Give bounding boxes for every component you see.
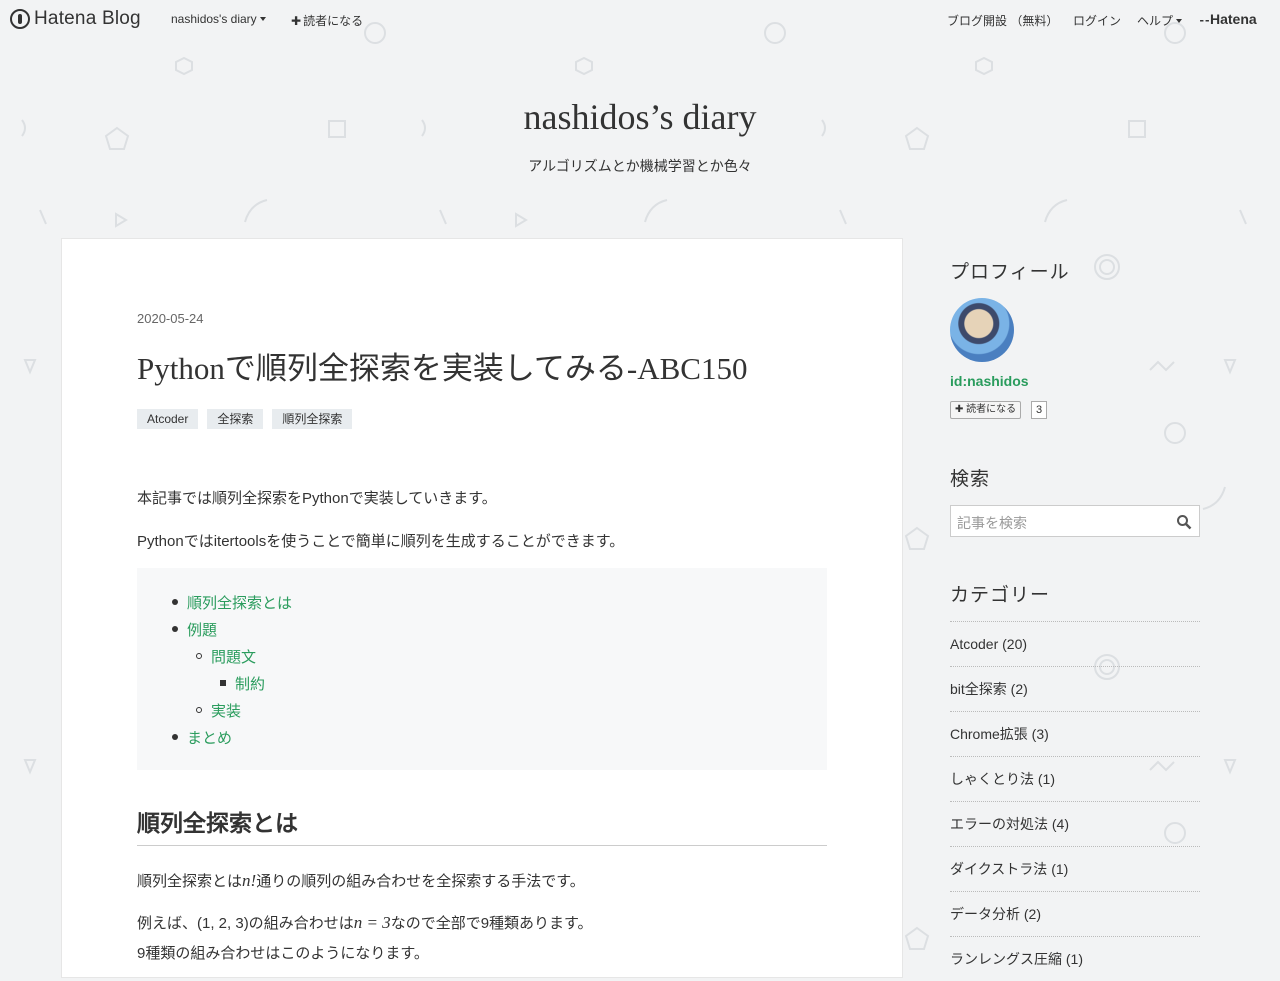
subscribe-label: 読者になる [303, 14, 364, 28]
hatena-blog-logo[interactable]: Hatena Blog [10, 6, 141, 32]
body-text: 例えば、(1, 2, 3)の組み合わせは [137, 915, 354, 932]
hatena-blog-logo-icon [10, 9, 30, 29]
toc-link-label: 問題文 [211, 649, 257, 666]
entry-title[interactable]: Pythonで順列全探索を実装してみる-ABC150 [137, 343, 827, 388]
plus-icon: ✚ [955, 404, 964, 415]
blog-title[interactable]: nashidos’s diary [0, 96, 1280, 138]
body-text: 通りの順列の組み合わせを全探索する手法です。 [256, 873, 585, 890]
section-heading: 順列全探索とは [137, 804, 827, 846]
category-link[interactable]: ダイクストラ法 (1) [950, 846, 1200, 891]
toc-link-label: まとめ [187, 730, 233, 747]
table-of-contents: 順列全探索とは 例題 問題文 制約 実装 まとめ [137, 568, 827, 770]
toc-link-label: 実装 [211, 703, 242, 720]
profile-heading: プロフィール [950, 262, 1070, 283]
category-link[interactable]: bit全探索 (2) [950, 666, 1200, 711]
body-text: 順列全探索とは [137, 873, 243, 890]
search-input[interactable]: 記事を検索 [950, 505, 1200, 537]
category-link[interactable]: しゃくとり法 (1) [950, 756, 1200, 801]
toc-link[interactable]: 順列全探索とは [172, 592, 293, 613]
toc-link-label: 順列全探索とは [187, 595, 293, 612]
main-content: 2020-05-24 Pythonで順列全探索を実装してみる-ABC150 At… [61, 238, 903, 978]
category-link[interactable]: Atcoder (20) [950, 621, 1200, 666]
body-text: なので全部で9種類あります。 [390, 915, 593, 932]
bullet-icon [172, 599, 178, 605]
hatena-logo-icon: ⁃⁃ [1199, 15, 1210, 27]
tag-link[interactable]: 全探索 [207, 409, 264, 429]
bullet-icon [172, 734, 178, 740]
help-dropdown[interactable]: ヘルプ [1137, 12, 1183, 29]
math-expression: n! [242, 871, 257, 890]
toc-link[interactable]: 制約 [220, 673, 266, 694]
profile-id-link[interactable]: id:nashidos [950, 373, 1029, 389]
toc-link-label: 制約 [235, 676, 266, 693]
entry-tags: Atcoder 全探索 順列全探索 [137, 409, 353, 429]
bullet-icon [220, 680, 226, 686]
bullet-icon [196, 653, 202, 659]
category-link[interactable]: Chrome拡張 (3) [950, 711, 1200, 756]
blog-menu-dropdown[interactable]: nashidos's diary [171, 12, 266, 26]
search-heading: 検索 [950, 469, 991, 490]
entry-date[interactable]: 2020-05-24 [137, 311, 204, 326]
category-heading: カテゴリー [950, 585, 1051, 606]
blog-description: アルゴリズムとか機械学習とか色々 [528, 158, 752, 174]
blog-menu-label: nashidos's diary [171, 12, 257, 26]
hatena-blog-logo-text: Hatena Blog [34, 8, 141, 29]
intro-paragraph: 本記事では順列全探索をPythonで実装していきます。 [137, 490, 497, 507]
tag-link[interactable]: 順列全探索 [272, 409, 353, 429]
intro-paragraph: Pythonではitertoolsを使うことで簡単に順列を生成することができます… [137, 533, 625, 550]
open-blog-link[interactable]: ブログ開設 （無料） [947, 12, 1058, 29]
subscribe-button[interactable]: ✚ 読者になる [950, 401, 1022, 419]
tag-link[interactable]: Atcoder [137, 409, 199, 429]
subscribe-button-label: 読者になる [966, 404, 1017, 415]
bullet-icon [172, 626, 178, 632]
plus-icon: ✚ [291, 14, 302, 28]
toc-link[interactable]: まとめ [172, 727, 233, 748]
help-label: ヘルプ [1137, 14, 1174, 28]
category-link[interactable]: ランレングス圧縮 (1) [950, 936, 1200, 981]
category-link[interactable]: エラーの対処法 (4) [950, 801, 1200, 846]
hatena-logo[interactable]: ⁃⁃Hatena [1199, 11, 1257, 27]
avatar[interactable] [950, 298, 1014, 362]
toc-link[interactable]: 問題文 [196, 646, 257, 667]
body-paragraph: 例えば、(1, 2, 3)の組み合わせはn = 3なので全部で9種類あります。 [137, 912, 593, 933]
category-link[interactable]: データ分析 (2) [950, 891, 1200, 936]
math-expression: n = 3 [353, 913, 391, 932]
toc-link[interactable]: 実装 [196, 700, 242, 721]
subscribe-link[interactable]: ✚ 読者になる [291, 12, 363, 29]
chevron-down-icon [259, 17, 266, 21]
category-list: Atcoder (20) bit全探索 (2) Chrome拡張 (3) しゃく… [950, 621, 1200, 981]
subscriber-count: 3 [1031, 401, 1048, 419]
toc-link[interactable]: 例題 [172, 619, 218, 640]
hatena-logo-text: Hatena [1210, 11, 1257, 27]
toc-link-label: 例題 [187, 622, 218, 639]
bullet-icon [196, 707, 202, 713]
chevron-down-icon [1176, 19, 1183, 23]
search-icon[interactable] [1176, 514, 1192, 530]
body-paragraph: 順列全探索とはn!通りの順列の組み合わせを全探索する手法です。 [137, 870, 585, 891]
login-link[interactable]: ログイン [1073, 12, 1121, 29]
global-header: Hatena Blog nashidos's diary ✚ 読者になる ブログ開… [0, 0, 1280, 38]
